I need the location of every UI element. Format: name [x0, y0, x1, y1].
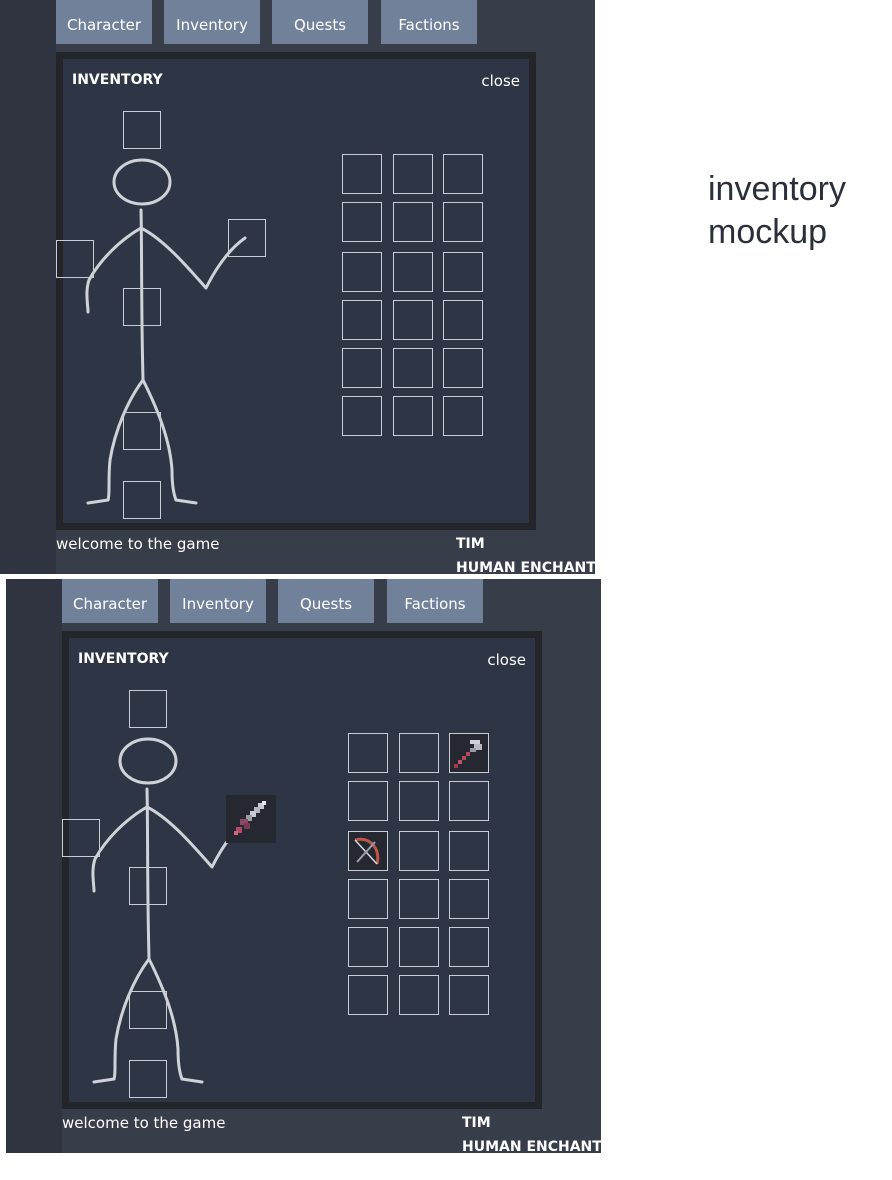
head-slot[interactable] [129, 690, 167, 728]
belt-slot[interactable] [129, 867, 167, 905]
feet-slot[interactable] [123, 481, 161, 519]
bag-slot[interactable] [399, 781, 439, 821]
head-slot[interactable] [123, 111, 161, 149]
status-message: welcome to the game [56, 535, 220, 553]
mockup-after: Character Inventory Quests Factions INVE… [6, 579, 601, 1153]
player-race-class: HUMAN ENCHANT [456, 560, 595, 574]
bag-slot-bow[interactable] [348, 831, 388, 871]
bag-slot[interactable] [348, 733, 388, 773]
bow-icon [354, 837, 380, 865]
bag-slot[interactable] [342, 154, 382, 194]
player-race-class: HUMAN ENCHANT [462, 1139, 601, 1153]
bag-slot[interactable] [443, 348, 483, 388]
bag-slot[interactable] [342, 252, 382, 292]
bag-slot[interactable] [443, 396, 483, 436]
status-message: welcome to the game [62, 1114, 226, 1132]
belt-slot[interactable] [123, 288, 161, 326]
bag-slot[interactable] [449, 831, 489, 871]
bag-slot[interactable] [399, 975, 439, 1015]
mainhand-slot[interactable] [228, 219, 266, 257]
bag-slot[interactable] [348, 927, 388, 967]
bag-slot[interactable] [443, 202, 483, 242]
axe-icon [454, 740, 482, 768]
bag-slot[interactable] [449, 975, 489, 1015]
bag-slot[interactable] [342, 300, 382, 340]
bag-slot[interactable] [342, 348, 382, 388]
bag-slot[interactable] [393, 300, 433, 340]
stick-figure [85, 158, 247, 505]
bag-slot[interactable] [399, 927, 439, 967]
bag-slot[interactable] [348, 781, 388, 821]
bag-slot[interactable] [348, 879, 388, 919]
bag-slot[interactable] [393, 396, 433, 436]
bag-slot[interactable] [348, 975, 388, 1015]
offhand-slot[interactable] [56, 240, 94, 278]
legs-slot[interactable] [123, 412, 161, 450]
caption-line-1: inventory [708, 170, 846, 208]
player-name: TIM [462, 1115, 491, 1131]
bag-slot[interactable] [393, 252, 433, 292]
player-name: TIM [456, 536, 485, 552]
bag-slot[interactable] [399, 831, 439, 871]
bag-slot[interactable] [342, 202, 382, 242]
bag-slot[interactable] [449, 781, 489, 821]
bag-slot[interactable] [399, 733, 439, 773]
bag-grid [348, 733, 489, 1015]
bag-slot[interactable] [393, 154, 433, 194]
bag-slot[interactable] [449, 879, 489, 919]
mainhand-slot[interactable] [226, 795, 276, 843]
bag-grid [342, 154, 483, 436]
bag-slot-axe[interactable] [449, 733, 489, 773]
bag-slot[interactable] [443, 252, 483, 292]
mockup-before: Character Inventory Quests Factions INVE… [0, 0, 595, 574]
bag-slot[interactable] [393, 202, 433, 242]
bag-slot[interactable] [393, 348, 433, 388]
caption-line-2: mockup [708, 213, 828, 251]
feet-slot[interactable] [129, 1060, 167, 1098]
bag-slot[interactable] [399, 879, 439, 919]
mockup-caption: inventory mockup [708, 168, 846, 254]
bag-slot[interactable] [443, 300, 483, 340]
bag-slot[interactable] [443, 154, 483, 194]
stick-figure [91, 737, 253, 1084]
bag-slot[interactable] [342, 396, 382, 436]
legs-slot[interactable] [129, 991, 167, 1029]
bag-slot[interactable] [449, 927, 489, 967]
sword-icon [226, 795, 276, 843]
offhand-slot[interactable] [62, 819, 100, 857]
